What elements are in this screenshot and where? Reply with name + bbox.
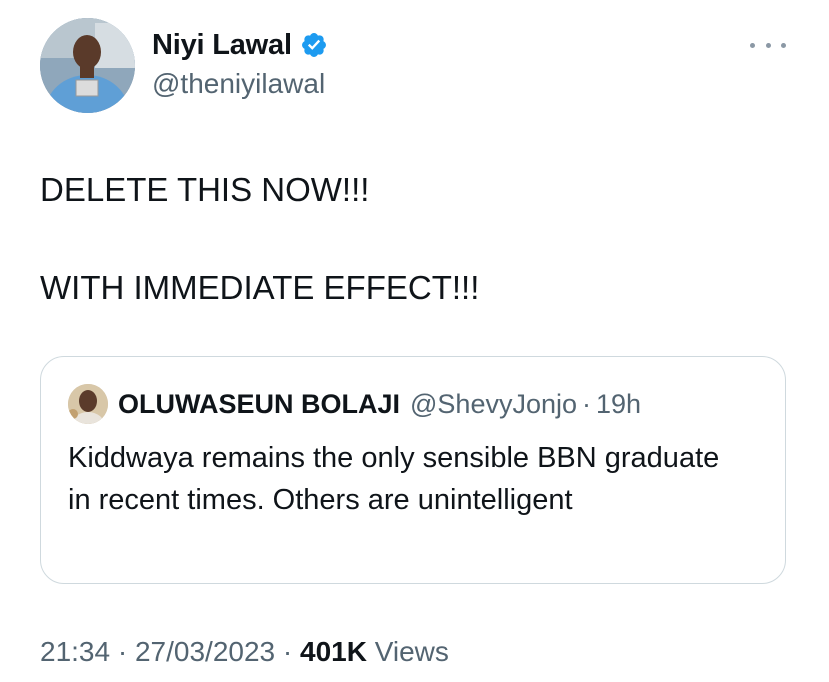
separator-dot: · — [282, 636, 293, 667]
separator-dot: · — [582, 388, 592, 419]
display-name-row: Niyi Lawal — [152, 26, 328, 64]
author-info: Niyi Lawal @theniyilawal — [152, 26, 328, 100]
dot-icon — [750, 42, 755, 48]
quoted-tweet-text: Kiddwaya remains the only sensible BBN g… — [68, 442, 720, 516]
dot-icon — [765, 42, 771, 48]
quoted-tweet[interactable]: OLUWASEUN BOLAJI @ShevyJonjo · 19h Kiddw… — [40, 356, 786, 584]
quoted-author-name[interactable]: OLUWASEUN BOLAJI — [118, 389, 400, 420]
tweet-card: Niyi Lawal @theniyilawal DELETE THIS NOW… — [0, 0, 829, 682]
quoted-author-handle[interactable]: @ShevyJonjo — [410, 389, 577, 420]
verified-badge-icon — [300, 31, 328, 59]
views-label: Views — [374, 636, 449, 667]
author-display-name[interactable]: Niyi Lawal — [152, 29, 292, 62]
quoted-tweet-time[interactable]: 19h — [596, 389, 641, 420]
views-count: 401K — [300, 636, 367, 667]
tweet-time[interactable]: 21:34 — [40, 636, 110, 667]
author-avatar[interactable] — [40, 18, 135, 113]
dot-icon — [781, 42, 786, 48]
tweet-line: DELETE THIS NOW!!! — [40, 171, 370, 208]
quoted-tweet-header: OLUWASEUN BOLAJI @ShevyJonjo · 19h — [68, 384, 641, 424]
tweet-text: DELETE THIS NOW!!! WITH IMMEDIATE EFFECT… — [40, 168, 790, 310]
tweet-date[interactable]: 27/03/2023 — [135, 636, 275, 667]
author-handle[interactable]: @theniyilawal — [152, 68, 328, 100]
quoted-author-avatar[interactable] — [68, 384, 108, 424]
more-horizontal-icon[interactable] — [750, 30, 786, 60]
tweet-meta: 21:34 · 27/03/2023 · 401K Views — [40, 636, 449, 668]
separator-dot: · — [117, 636, 128, 667]
tweet-line: WITH IMMEDIATE EFFECT!!! — [40, 269, 480, 306]
